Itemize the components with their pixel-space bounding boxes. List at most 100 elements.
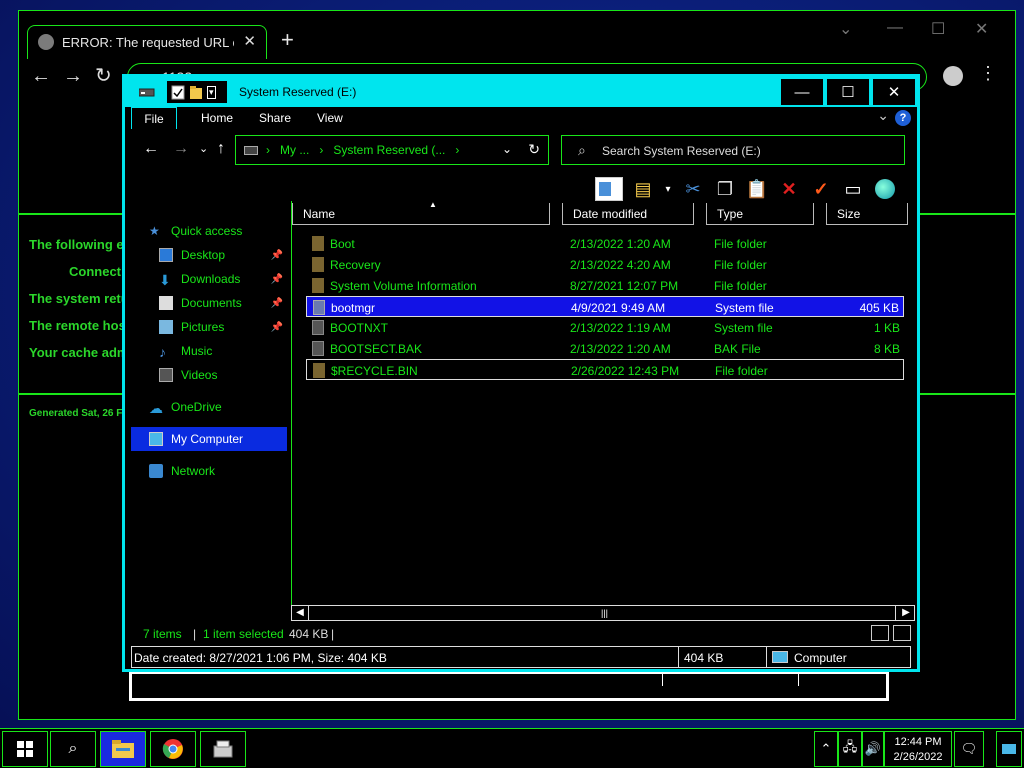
grip-icon: |||: [601, 608, 609, 618]
nav-onedrive[interactable]: ☁ OneDrive: [149, 395, 305, 419]
address-bar[interactable]: › My ... › System Reserved (... › ⌄ ↻: [235, 135, 549, 165]
nav-quick-access[interactable]: ★ Quick access: [149, 219, 305, 243]
nav-downloads[interactable]: ⬇ Downloads 📌: [159, 267, 287, 291]
properties-icon[interactable]: [171, 85, 185, 100]
address-dropdown-icon[interactable]: ⌄: [502, 142, 512, 156]
column-type[interactable]: Type: [706, 203, 814, 225]
file-size: 1 KB: [873, 321, 900, 335]
file-row[interactable]: Recovery 2/13/2022 4:20 AM File folder: [306, 254, 904, 275]
tab-home[interactable]: Home: [201, 111, 233, 125]
recent-locations-icon[interactable]: ⌄: [199, 141, 208, 157]
new-tab-button[interactable]: +: [281, 29, 294, 51]
scroll-left-icon[interactable]: ◀: [292, 606, 308, 620]
column-date-modified[interactable]: Date modified: [562, 203, 694, 225]
music-icon: ♪: [159, 344, 166, 360]
up-button[interactable]: ↑: [217, 141, 225, 157]
file-row[interactable]: System Volume Information 8/27/2021 12:0…: [306, 275, 904, 296]
file-row[interactable]: BOOTSECT.BAK 2/13/2022 1:20 AM BAK File …: [306, 338, 904, 359]
copy-icon[interactable]: ❐: [713, 177, 737, 201]
dropdown-icon[interactable]: ▾: [663, 177, 673, 201]
start-button[interactable]: [2, 731, 48, 767]
expand-ribbon-icon[interactable]: ⌄: [877, 107, 889, 124]
tab-view[interactable]: View: [317, 111, 343, 125]
show-desktop-button[interactable]: [996, 731, 1022, 767]
forward-button[interactable]: →: [63, 65, 83, 87]
computer-icon: [149, 432, 163, 446]
taskbar-chrome[interactable]: [150, 731, 196, 767]
clock[interactable]: 12:44 PM 2/26/2022: [884, 731, 952, 767]
minimize-button[interactable]: —: [779, 77, 825, 107]
preview-pane-icon[interactable]: [595, 177, 623, 201]
search-input[interactable]: ⌕ Search System Reserved (E:): [561, 135, 905, 165]
paste-icon[interactable]: 📋: [745, 177, 769, 201]
selected-count: 1 item selected: [203, 627, 284, 641]
cut-icon[interactable]: ✂: [681, 177, 705, 201]
large-icons-view-icon[interactable]: [893, 625, 911, 641]
file-row[interactable]: Boot 2/13/2022 1:20 AM File folder: [306, 233, 904, 254]
file-type: System file: [714, 321, 773, 335]
tab-file[interactable]: File: [131, 107, 177, 129]
bottom-bar-divider: [662, 674, 663, 686]
nav-network[interactable]: Network: [149, 459, 305, 483]
close-tab-icon[interactable]: ✕: [243, 32, 256, 50]
new-item-icon[interactable]: ▤: [631, 177, 655, 201]
nav-my-computer[interactable]: My Computer: [131, 427, 287, 451]
close-button[interactable]: ✕: [871, 77, 917, 107]
taskbar-app[interactable]: [200, 731, 246, 767]
browser-tab[interactable]: ERROR: The requested URL could not be re…: [27, 25, 267, 59]
file-name: System Volume Information: [330, 279, 477, 293]
show-hidden-icons[interactable]: ⌃: [814, 731, 838, 767]
title-bar[interactable]: ▾ System Reserved (E:) — ☐ ✕: [125, 77, 917, 107]
tab-share[interactable]: Share: [259, 111, 291, 125]
file-list: ▲ Name Date modified Type Size Boot 2/13…: [291, 200, 913, 621]
file-row[interactable]: BOOTNXT 2/13/2022 1:19 AM System file 1 …: [306, 317, 904, 338]
clock-time: 12:44 PM: [894, 736, 942, 748]
file-row[interactable]: $RECYCLE.BIN 2/26/2022 12:43 PM File fol…: [306, 359, 904, 380]
rename-icon[interactable]: ▭: [841, 177, 865, 201]
scroll-thumb[interactable]: |||: [308, 606, 896, 620]
help-icon[interactable]: ?: [895, 110, 911, 126]
pin-icon: 📌: [270, 273, 283, 285]
delete-icon[interactable]: ✕: [777, 177, 801, 201]
picture-icon: [159, 320, 173, 334]
file-name: BOOTSECT.BAK: [330, 342, 423, 356]
new-folder-icon[interactable]: [189, 85, 203, 100]
minimize-button[interactable]: —: [887, 19, 903, 37]
maximize-button[interactable]: ☐: [931, 19, 945, 39]
menu-icon[interactable]: ⋮: [979, 63, 997, 84]
nav-documents[interactable]: Documents 📌: [159, 291, 287, 315]
volume-icon[interactable]: 🔊: [862, 731, 884, 767]
close-button[interactable]: ✕: [975, 19, 988, 39]
forward-button[interactable]: →: [173, 141, 189, 157]
profile-avatar[interactable]: [943, 66, 963, 86]
back-button[interactable]: ←: [143, 141, 159, 157]
breadcrumb-my-computer[interactable]: My ...: [280, 143, 309, 157]
customize-qat-icon[interactable]: ▾: [207, 85, 216, 99]
notifications-icon[interactable]: 🗨: [954, 731, 984, 767]
reload-button[interactable]: ↻: [95, 65, 112, 87]
browser-tab-bar: ERROR: The requested URL could not be re…: [19, 11, 1015, 59]
details-divider: [766, 647, 767, 667]
refresh-icon[interactable]: ↻: [528, 141, 540, 158]
horizontal-scrollbar[interactable]: ◀ ||| ▶: [291, 605, 915, 621]
pin-icon: 📌: [270, 297, 283, 309]
network-tray-icon[interactable]: 🖧: [838, 731, 862, 767]
scroll-right-icon[interactable]: ▶: [898, 606, 914, 620]
back-button[interactable]: ←: [31, 65, 51, 87]
pin-icon: 📌: [270, 321, 283, 333]
tab-search-icon[interactable]: ⌄: [839, 19, 852, 39]
pin-icon: 📌: [270, 249, 283, 261]
breadcrumb-drive[interactable]: System Reserved (...: [333, 143, 445, 157]
column-name[interactable]: ▲ Name: [292, 200, 550, 225]
nav-desktop[interactable]: Desktop 📌: [159, 243, 287, 267]
file-row-selected[interactable]: bootmgr 4/9/2021 9:49 AM System file 405…: [306, 296, 904, 317]
taskbar-file-explorer[interactable]: [100, 731, 146, 767]
desktop-preview-icon: [1002, 744, 1016, 754]
search-button[interactable]: ⌕: [50, 731, 96, 767]
check-icon[interactable]: ✓: [809, 177, 833, 201]
globe-icon[interactable]: [873, 177, 897, 201]
nav-pictures[interactable]: Pictures 📌: [159, 315, 287, 339]
column-size[interactable]: Size: [826, 203, 908, 225]
details-view-icon[interactable]: [871, 625, 889, 641]
maximize-button[interactable]: ☐: [825, 77, 871, 107]
